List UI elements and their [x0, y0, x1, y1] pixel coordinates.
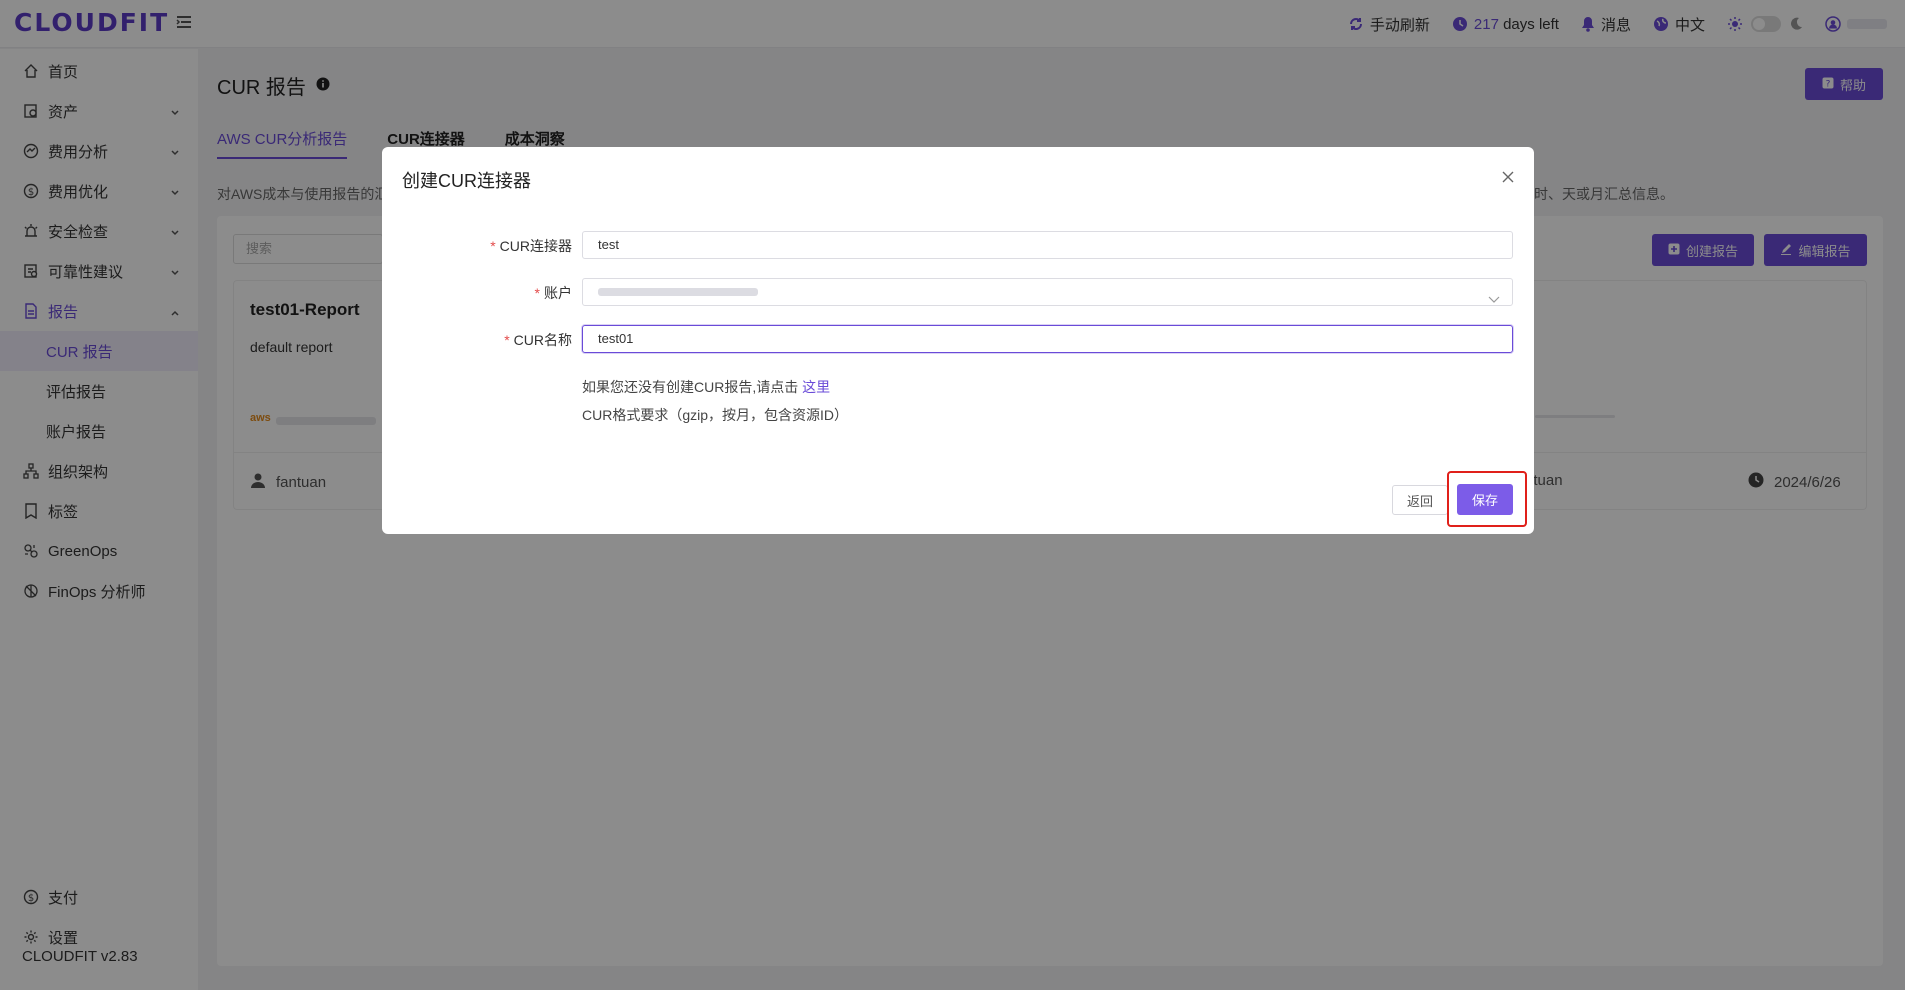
- cur-name-input[interactable]: test01: [582, 325, 1513, 353]
- connector-field-label: * CUR连接器: [490, 238, 572, 254]
- account-select[interactable]: [582, 278, 1513, 306]
- modal-title: 创建CUR连接器: [402, 171, 531, 191]
- create-cur-connector-modal: 创建CUR连接器 * CUR连接器 test * 账户 * CUR名称 test01 …: [382, 147, 1534, 534]
- connector-name-input[interactable]: test: [582, 231, 1513, 259]
- save-button-highlight: [1447, 471, 1527, 527]
- cur-format-hint: CUR格式要求（gzip，按月，包含资源ID）: [582, 407, 849, 423]
- account-value-blurred: [598, 288, 758, 296]
- close-icon[interactable]: [1500, 169, 1516, 185]
- here-link[interactable]: 这里: [802, 379, 830, 395]
- cur-name-field-label: * CUR名称: [504, 332, 572, 348]
- create-cur-hint: 如果您还没有创建CUR报告,请点击 这里: [582, 377, 830, 397]
- hint-text: 如果您还没有创建CUR报告,请点击: [582, 379, 799, 395]
- back-button[interactable]: 返回: [1392, 485, 1448, 515]
- chevron-down-icon: [1488, 287, 1500, 313]
- account-field-label: * 账户: [534, 285, 572, 301]
